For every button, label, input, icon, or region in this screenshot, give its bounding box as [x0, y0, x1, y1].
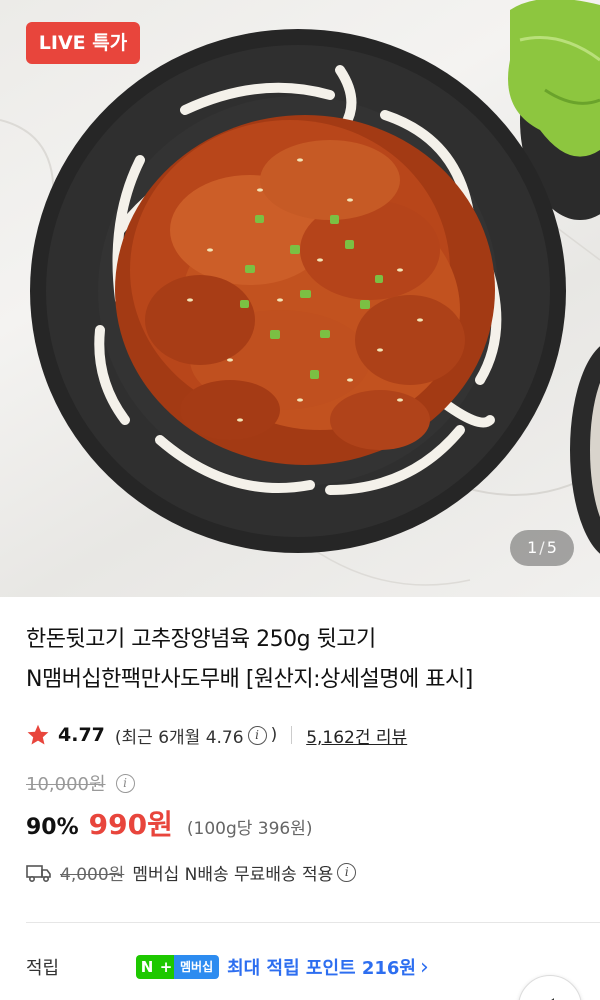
- live-special-badge: LIVE 특가: [26, 22, 140, 64]
- product-title-line-1: 한돈뒷고기 고추장양념육 250g 뒷고기: [26, 627, 376, 652]
- plus-icon: +: [158, 955, 174, 979]
- divider: [291, 726, 293, 744]
- discount-rate: 90%: [26, 815, 79, 840]
- recent-rating-close: ): [270, 725, 278, 745]
- sale-price: 990원: [88, 808, 173, 841]
- original-price: 10,000원: [26, 774, 106, 795]
- star-icon: [27, 724, 49, 745]
- recent-rating: (최근 6개월 4.76: [114, 727, 244, 748]
- page-total: 5: [546, 538, 557, 557]
- product-image-carousel[interactable]: LIVE 특가 1/5: [0, 0, 600, 597]
- info-icon[interactable]: i: [247, 725, 267, 745]
- shipping-text: 멤버십 N배송 무료배송 적용: [132, 865, 334, 885]
- product-title-line-2: N맴버십한팩만사도무배 [원산지:상세설명에 표시]: [26, 667, 473, 692]
- chevron-right-icon: ›: [419, 954, 429, 980]
- image-page-indicator: 1/5: [510, 530, 574, 566]
- product-photo: [0, 0, 600, 586]
- shipping-row: 4,000원 멤버십 N배송 무료배송 적용 i: [26, 860, 360, 885]
- rating-score: 4.77: [58, 724, 105, 746]
- info-icon[interactable]: i: [337, 863, 357, 882]
- shipping-original-fee: 4,000원: [60, 865, 125, 885]
- membership-label: 멤버십: [174, 955, 220, 979]
- points-row[interactable]: 적립 N + 멤버십 최대 적립 포인트 216원 ›: [26, 950, 600, 984]
- sale-price-row: 90% 990원 (100g당 396원): [26, 803, 313, 843]
- max-points-text: 최대 적립 포인트 216원: [227, 958, 416, 979]
- unit-price: (100g당 396원): [186, 819, 313, 839]
- product-title: 한돈뒷고기 고추장양념육 250g 뒷고기 N맴버십한팩만사도무배 [원산지:상…: [26, 620, 586, 700]
- divider: [26, 922, 600, 923]
- review-count-link[interactable]: 5,162건 리뷰: [306, 723, 407, 748]
- naver-n-logo: N: [136, 955, 158, 979]
- truck-icon: [26, 864, 51, 882]
- points-label: 적립: [26, 958, 60, 979]
- info-icon[interactable]: i: [115, 773, 135, 793]
- share-button[interactable]: [518, 975, 582, 1000]
- original-price-row: 10,000원 i: [26, 770, 139, 796]
- naver-membership-badge: N + 멤버십: [136, 955, 220, 979]
- rating-row: 4.77 (최근 6개월 4.76 i ) 5,162건 리뷰: [26, 720, 407, 750]
- page-current: 1: [527, 538, 538, 557]
- share-icon: [551, 998, 554, 1000]
